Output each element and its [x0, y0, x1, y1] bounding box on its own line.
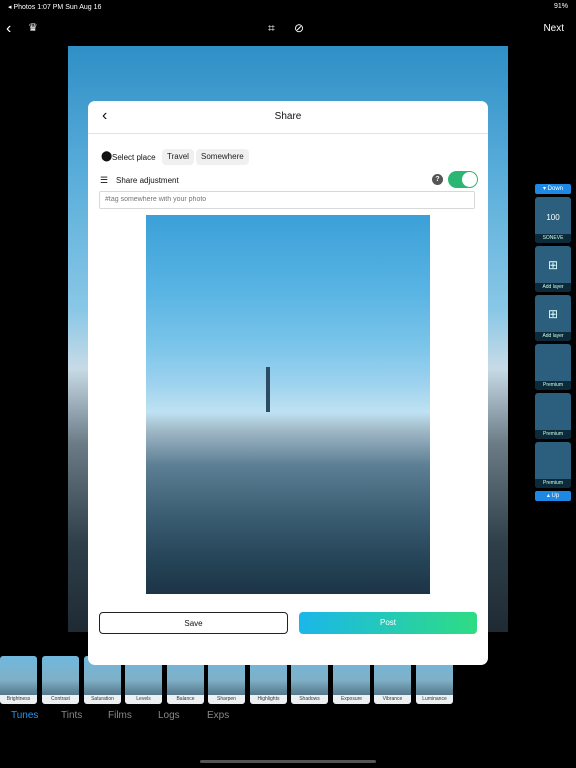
crown-icon[interactable]: ♛ [28, 21, 38, 34]
editor-topbar: ‹ ♛ ⌗ ⊘ Next [0, 16, 576, 44]
place-chip-somewhere[interactable]: Somewhere [196, 149, 249, 165]
hide-overlay-icon[interactable]: ⊘ [294, 21, 304, 35]
filter-label: Highlights [250, 695, 287, 704]
filter-label: Vibrance [374, 695, 411, 704]
battery-level: 91% [553, 3, 568, 10]
filter-label: Balance [167, 695, 204, 704]
next-button[interactable]: Next [543, 23, 564, 34]
home-indicator [200, 760, 376, 763]
layer-tile-label: Add layer [535, 283, 571, 292]
location-pin-icon: ⬤ [101, 151, 113, 162]
select-place-label[interactable]: Select place [112, 153, 156, 162]
filter-label: Sharpen [208, 695, 245, 704]
share-dialog: ‹ Share ⬤ Select place Travel Somewhere … [88, 101, 488, 665]
layer-panel: ▾ Down 100 SONEVE ⊞ Add layer ⊞ Add laye… [535, 184, 571, 501]
tab-tunes[interactable]: Tunes [11, 710, 38, 721]
share-adjustment-label: Share adjustment [116, 176, 179, 185]
status-bar: ◂ Photos 1:07 PM Sun Aug 16 91% [0, 0, 576, 14]
save-button[interactable]: Save [99, 612, 288, 634]
add-layer-icon: ⊞ [547, 258, 559, 272]
filter-label: Brightness [0, 695, 37, 704]
layer-opacity-value: 100 [546, 213, 560, 222]
premium-tile[interactable]: Premium [535, 393, 571, 439]
layer-tile-label: Premium [535, 479, 571, 488]
sliders-icon: ☰ [100, 175, 109, 185]
status-left: ◂ Photos 1:07 PM Sun Aug 16 [8, 4, 102, 11]
back-chevron-icon[interactable]: ‹ [6, 20, 11, 38]
tool-tabs: Tunes Tints Films Logs Exps [0, 710, 576, 726]
filter-label: Shadows [291, 695, 328, 704]
filter-thumbnail[interactable]: Brightness [0, 656, 37, 704]
layer-tile[interactable]: 100 SONEVE [535, 197, 571, 243]
photo-tower-shape [266, 367, 270, 412]
toggle-knob [462, 172, 477, 187]
dialog-title: Share [274, 111, 302, 122]
help-icon[interactable]: ? [432, 174, 443, 185]
layer-tile-label: Premium [535, 381, 571, 390]
layer-up-button[interactable]: ▴ Up [535, 491, 571, 501]
tab-tints[interactable]: Tints [61, 710, 82, 721]
tab-logs[interactable]: Logs [158, 710, 180, 721]
post-button[interactable]: Post [299, 612, 477, 634]
filter-label: Exposure [333, 695, 370, 704]
share-adjustment-toggle[interactable] [448, 171, 478, 188]
tab-films[interactable]: Films [108, 710, 132, 721]
premium-tile[interactable]: Premium [535, 442, 571, 488]
crop-icon[interactable]: ⌗ [268, 21, 275, 36]
add-layer-icon: ⊞ [547, 307, 559, 321]
filter-label: Levels [125, 695, 162, 704]
layer-tile-label: Premium [535, 430, 571, 439]
layer-tile-label: SONEVE [535, 234, 571, 243]
layer-down-button[interactable]: ▾ Down [535, 184, 571, 194]
filter-label: Saturation [84, 695, 121, 704]
filter-label: Contrast [42, 695, 79, 704]
tag-input[interactable] [99, 191, 475, 209]
layer-tile-label: Add layer [535, 332, 571, 341]
filter-label: Luminance [416, 695, 453, 704]
add-layer-tile[interactable]: ⊞ Add layer [535, 295, 571, 341]
place-chip-travel[interactable]: Travel [162, 149, 194, 165]
premium-tile[interactable]: Premium [535, 344, 571, 390]
tab-exps[interactable]: Exps [207, 710, 229, 721]
dialog-header: ‹ Share [88, 101, 488, 134]
filter-thumbnail[interactable]: Contrast [42, 656, 79, 704]
add-layer-tile[interactable]: ⊞ Add layer [535, 246, 571, 292]
preview-photo [146, 215, 430, 594]
